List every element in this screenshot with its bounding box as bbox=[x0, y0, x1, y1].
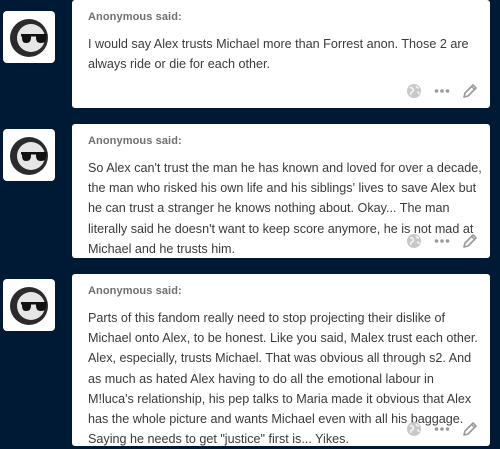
globe-icon[interactable] bbox=[404, 231, 424, 251]
asker-name[interactable]: Anonymous said: bbox=[88, 11, 182, 23]
ask-card: Anonymous said: Parts of this fandom rea… bbox=[72, 274, 490, 446]
sunglasses-avatar-icon bbox=[10, 287, 48, 325]
more-dots-icon[interactable] bbox=[432, 81, 452, 101]
ask-text: I would say Alex trusts Michael more tha… bbox=[88, 37, 469, 72]
post-footer bbox=[396, 80, 480, 102]
ask-card: Anonymous said: I would say Alex trusts … bbox=[72, 0, 490, 108]
more-dots-icon[interactable] bbox=[432, 419, 452, 439]
pencil-icon[interactable] bbox=[460, 81, 480, 101]
post-footer bbox=[396, 418, 480, 440]
asker-name[interactable]: Anonymous said: bbox=[88, 135, 182, 147]
avatar[interactable] bbox=[3, 279, 55, 331]
asker-name[interactable]: Anonymous said: bbox=[88, 285, 182, 297]
globe-icon[interactable] bbox=[404, 81, 424, 101]
sunglasses-avatar-icon bbox=[10, 137, 48, 175]
avatar[interactable] bbox=[3, 11, 55, 63]
sunglasses-avatar-icon bbox=[10, 19, 48, 57]
globe-icon[interactable] bbox=[404, 419, 424, 439]
more-dots-icon[interactable] bbox=[432, 231, 452, 251]
ask-card: Anonymous said: So Alex can't trust the … bbox=[72, 124, 490, 258]
post-footer bbox=[396, 230, 480, 252]
pencil-icon[interactable] bbox=[460, 231, 480, 251]
avatar[interactable] bbox=[3, 129, 55, 181]
pencil-icon[interactable] bbox=[460, 419, 480, 439]
